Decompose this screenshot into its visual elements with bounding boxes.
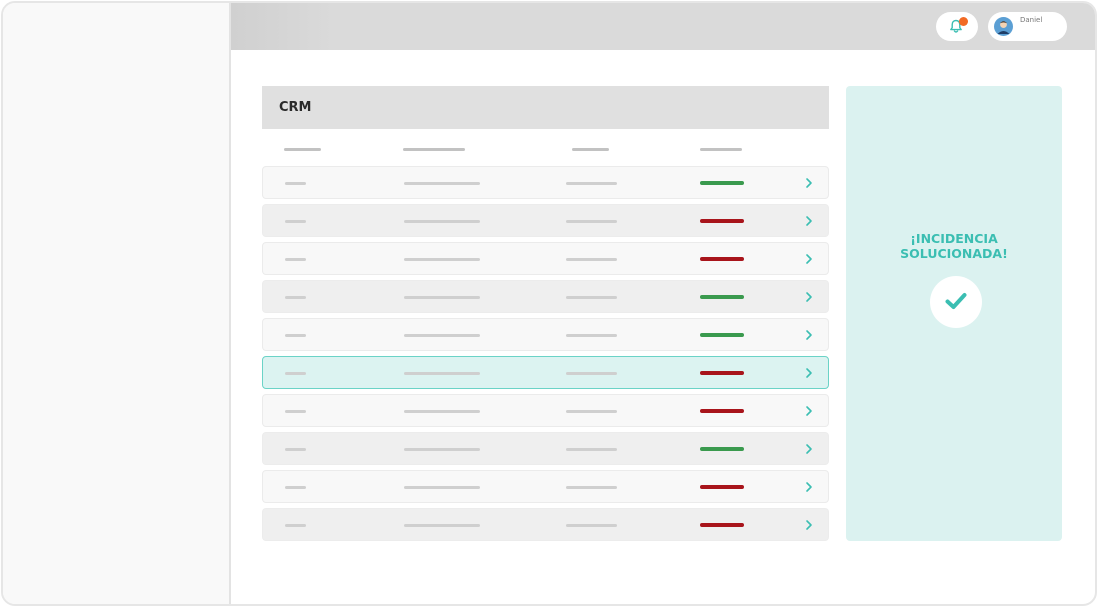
sidebar [3,3,231,604]
table-row[interactable] [262,166,829,199]
cell-placeholder-3 [566,182,617,185]
cell-placeholder-2 [404,220,480,223]
cell-placeholder-1 [285,182,306,185]
cell-placeholder-3 [566,334,617,337]
user-menu-button[interactable]: Daniel [988,12,1067,41]
cell-placeholder-3 [566,524,617,527]
column-header-4 [700,148,742,151]
user-name: Daniel [1020,16,1043,24]
cell-placeholder-1 [285,524,306,527]
table-row[interactable] [262,318,829,351]
notification-badge [959,17,968,26]
table-rows [262,166,829,541]
table-column-headers [262,129,829,166]
table-row[interactable] [262,432,829,465]
cell-placeholder-2 [404,448,480,451]
cell-placeholder-1 [285,258,306,261]
table-row[interactable] [262,204,829,237]
cell-placeholder-1 [285,410,306,413]
chevron-right-icon[interactable] [805,215,813,227]
crm-panel: CRM [262,86,829,546]
cell-placeholder-2 [404,410,480,413]
status-indicator-green [700,447,744,451]
chevron-right-icon[interactable] [805,405,813,417]
table-row[interactable] [262,356,829,389]
success-badge [930,276,982,328]
cell-placeholder-2 [404,486,480,489]
cell-placeholder-3 [566,258,617,261]
checkmark-icon [945,293,967,309]
table-row[interactable] [262,280,829,313]
status-indicator-red [700,485,744,489]
cell-placeholder-3 [566,486,617,489]
status-indicator-red [700,409,744,413]
notifications-button[interactable] [936,12,978,41]
cell-placeholder-1 [285,220,306,223]
chevron-right-icon[interactable] [805,177,813,189]
chevron-right-icon[interactable] [805,443,813,455]
incident-line-1: ¡INCIDENCIA [910,231,998,246]
status-indicator-green [700,295,744,299]
status-indicator-green [700,181,744,185]
top-bar: Daniel [231,3,1095,50]
cell-placeholder-2 [404,182,480,185]
crm-title: CRM [279,100,312,115]
status-indicator-green [700,333,744,337]
status-indicator-red [700,257,744,261]
crm-header: CRM [262,86,829,129]
cell-placeholder-2 [404,296,480,299]
incident-message: ¡INCIDENCIA SOLUCIONADA! [846,231,1062,261]
cell-placeholder-1 [285,448,306,451]
cell-placeholder-1 [285,296,306,299]
cell-placeholder-2 [404,372,480,375]
cell-placeholder-3 [566,410,617,413]
cell-placeholder-3 [566,220,617,223]
status-indicator-red [700,219,744,223]
cell-placeholder-2 [404,258,480,261]
column-header-2 [403,148,465,151]
cell-placeholder-2 [404,334,480,337]
cell-placeholder-3 [566,448,617,451]
avatar-icon [994,17,1013,36]
cell-placeholder-2 [404,524,480,527]
chevron-right-icon[interactable] [805,519,813,531]
column-header-1 [284,148,321,151]
table-row[interactable] [262,394,829,427]
status-indicator-red [700,371,744,375]
table-row[interactable] [262,470,829,503]
incident-line-2: SOLUCIONADA! [900,246,1008,261]
chevron-right-icon[interactable] [805,291,813,303]
chevron-right-icon[interactable] [805,367,813,379]
table-row[interactable] [262,508,829,541]
table-row[interactable] [262,242,829,275]
cell-placeholder-1 [285,372,306,375]
cell-placeholder-1 [285,334,306,337]
chevron-right-icon[interactable] [805,481,813,493]
status-indicator-red [700,523,744,527]
incident-panel: ¡INCIDENCIA SOLUCIONADA! [846,86,1062,541]
chevron-right-icon[interactable] [805,253,813,265]
chevron-right-icon[interactable] [805,329,813,341]
cell-placeholder-3 [566,296,617,299]
app-window: Daniel CRM ¡INCIDENCIA SOLUCIONADA! [1,1,1097,606]
cell-placeholder-1 [285,486,306,489]
cell-placeholder-3 [566,372,617,375]
column-header-3 [572,148,609,151]
